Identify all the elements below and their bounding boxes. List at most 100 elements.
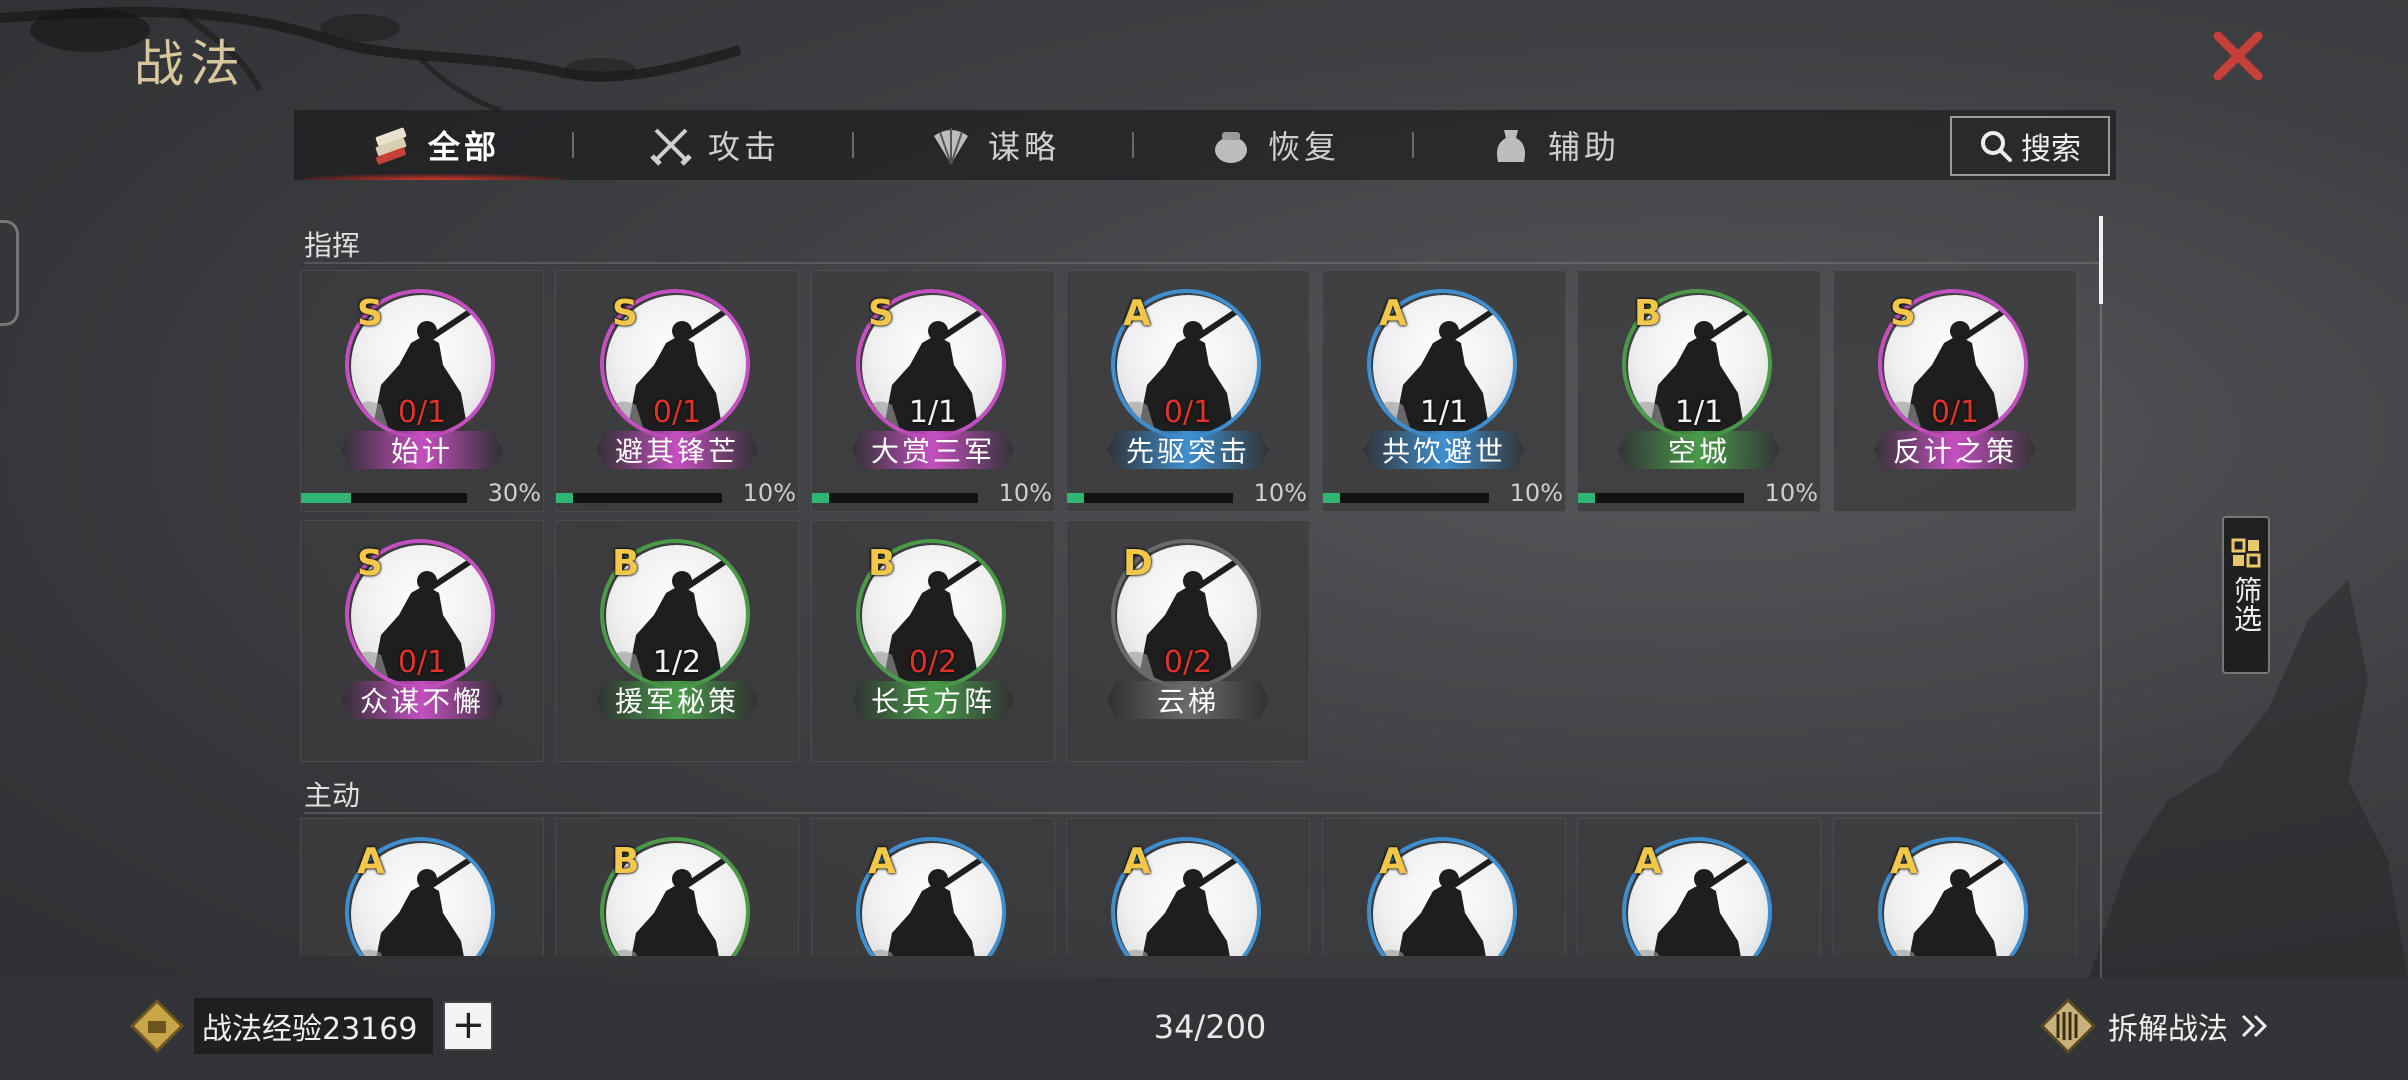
skill-progress-label: 30% — [487, 479, 541, 507]
skill-exp: 战法经验23169 + — [130, 998, 494, 1054]
skill-progress-label: 10% — [998, 479, 1052, 507]
scrollbar-thumb[interactable] — [2099, 216, 2103, 304]
skill-grid: S 0/1 始计 30% S 0/1 避其锋芒 10% S 1/1 大赏三军 10% A 0/1 先驱突击 1… — [300, 270, 2090, 956]
side-drawer-handle[interactable] — [0, 220, 19, 326]
scrollbar-track[interactable] — [2100, 216, 2102, 978]
tab-attack[interactable]: 攻击 — [574, 110, 854, 180]
skill-progress-fill — [812, 493, 829, 503]
skill-owned-count: 0/1 — [1930, 395, 1980, 430]
tab-all[interactable]: 全部 — [294, 110, 574, 180]
skill-progress-bar — [1578, 493, 1744, 503]
skill-card[interactable]: S 0/1 始计 30% — [300, 270, 544, 512]
skill-progress-fill — [1323, 493, 1340, 503]
add-exp-button[interactable]: + — [443, 1001, 494, 1051]
skill-card[interactable]: A — [300, 818, 544, 956]
skill-name: 云梯 — [1107, 681, 1269, 719]
page-title: 战法 — [134, 35, 246, 93]
tab-support[interactable]: 辅助 — [1414, 110, 1694, 180]
skill-name: 先驱突击 — [1107, 431, 1269, 469]
skill-progress-bar — [1323, 493, 1489, 503]
skill-progress-fill — [1067, 493, 1084, 503]
skill-card[interactable]: B — [555, 818, 799, 956]
skill-grade: S — [1890, 293, 1916, 334]
support-bag-icon — [1496, 130, 1525, 162]
category-tab-bar: 全部 攻击 谋略 恢复 辅助 搜索 — [294, 110, 2116, 180]
skill-name: 共饮避世 — [1363, 431, 1525, 469]
skill-owned-count: 0/1 — [397, 395, 447, 430]
skill-grade: A — [1123, 293, 1151, 334]
skill-name: 空城 — [1618, 431, 1780, 469]
skill-card[interactable]: A — [811, 818, 1055, 956]
skill-grade: A — [1634, 841, 1662, 882]
skill-owned-count: 1/1 — [1674, 395, 1724, 430]
skill-exp-value: 战法经验23169 — [194, 998, 434, 1054]
skill-card[interactable]: A 1/1 共饮避世 10% — [1322, 270, 1566, 512]
skill-exp-icon — [130, 999, 184, 1053]
disassemble-button[interactable]: 拆解战法 — [2040, 996, 2270, 1056]
skill-card[interactable]: D 0/2 云梯 — [1066, 520, 1310, 762]
search-label: 搜索 — [2021, 132, 2081, 167]
tab-recovery[interactable]: 恢复 — [1134, 110, 1414, 180]
skill-grade: B — [1634, 293, 1662, 334]
tab-label: 全部 — [427, 128, 500, 166]
skill-owned-count: 0/2 — [1163, 645, 1213, 680]
skill-name: 众谋不懈 — [341, 681, 503, 719]
skill-card[interactable]: A — [1066, 818, 1310, 956]
search-icon — [1981, 131, 2012, 162]
skill-grade: B — [612, 841, 640, 882]
skill-grade: S — [357, 543, 383, 584]
skill-grade: S — [357, 293, 383, 334]
search-button[interactable]: 搜索 — [1950, 116, 2110, 176]
skill-grade: A — [868, 841, 896, 882]
tab-label: 辅助 — [1547, 128, 1620, 166]
strategy-fan-icon — [933, 128, 968, 165]
skill-name: 大赏三军 — [852, 431, 1014, 469]
tab-label: 攻击 — [707, 128, 780, 166]
skill-card[interactable]: A — [1577, 818, 1821, 956]
skill-card[interactable]: S 0/1 反计之策 — [1833, 270, 2077, 512]
skill-card[interactable]: A — [1833, 818, 2077, 956]
tab-strategy[interactable]: 谋略 — [854, 110, 1134, 180]
skill-name: 长兵方阵 — [852, 681, 1014, 719]
close-icon[interactable] — [2210, 28, 2266, 84]
skill-name: 避其锋芒 — [596, 431, 758, 469]
skill-progress-label: 10% — [742, 479, 796, 507]
section-divider — [304, 262, 2100, 264]
skill-progress-fill — [1578, 493, 1595, 503]
skill-count: 34/200 — [1153, 1008, 1267, 1046]
filter-label: 筛选 — [2230, 576, 2263, 632]
skill-grade: A — [357, 841, 385, 882]
skill-grade: D — [1123, 543, 1153, 584]
skill-card[interactable]: A — [1322, 818, 1566, 956]
skill-progress-bar — [301, 493, 467, 503]
skill-progress-bar — [556, 493, 722, 503]
skill-card[interactable]: S 1/1 大赏三军 10% — [811, 270, 1055, 512]
skill-owned-count: 1/2 — [652, 645, 702, 680]
skill-progress-label: 10% — [1253, 479, 1307, 507]
skill-grade: S — [612, 293, 638, 334]
skill-name: 反计之策 — [1874, 431, 2036, 469]
skill-card[interactable]: B 1/2 援军秘策 — [555, 520, 799, 762]
skill-owned-count: 0/1 — [1163, 395, 1213, 430]
grid-filter-icon — [2231, 538, 2261, 568]
skill-progress-label: 10% — [1764, 479, 1818, 507]
skill-progress-bar — [1067, 493, 1233, 503]
skill-grade: B — [868, 543, 896, 584]
skill-progress-label: 10% — [1509, 479, 1563, 507]
all-skills-icon — [375, 127, 407, 165]
filter-button[interactable]: 筛选 — [2222, 516, 2270, 674]
skill-grade: A — [1379, 841, 1407, 882]
section-label-command: 指挥 — [304, 229, 361, 262]
skill-card[interactable]: B 1/1 空城 10% — [1577, 270, 1821, 512]
skill-progress-bar — [812, 493, 978, 503]
skill-card[interactable]: B 0/2 长兵方阵 — [811, 520, 1055, 762]
skill-card[interactable]: A 0/1 先驱突击 10% — [1066, 270, 1310, 512]
tab-label: 恢复 — [1267, 128, 1340, 166]
crossed-swords-icon — [650, 128, 692, 166]
double-chevron-right-icon — [2241, 1014, 2268, 1038]
skill-card[interactable]: S 0/1 避其锋芒 10% — [555, 270, 799, 512]
skill-card[interactable]: S 0/1 众谋不懈 — [300, 520, 544, 762]
skill-grade: A — [1123, 841, 1151, 882]
scroll-bundle-icon — [2040, 998, 2096, 1054]
skill-name: 始计 — [341, 431, 503, 469]
